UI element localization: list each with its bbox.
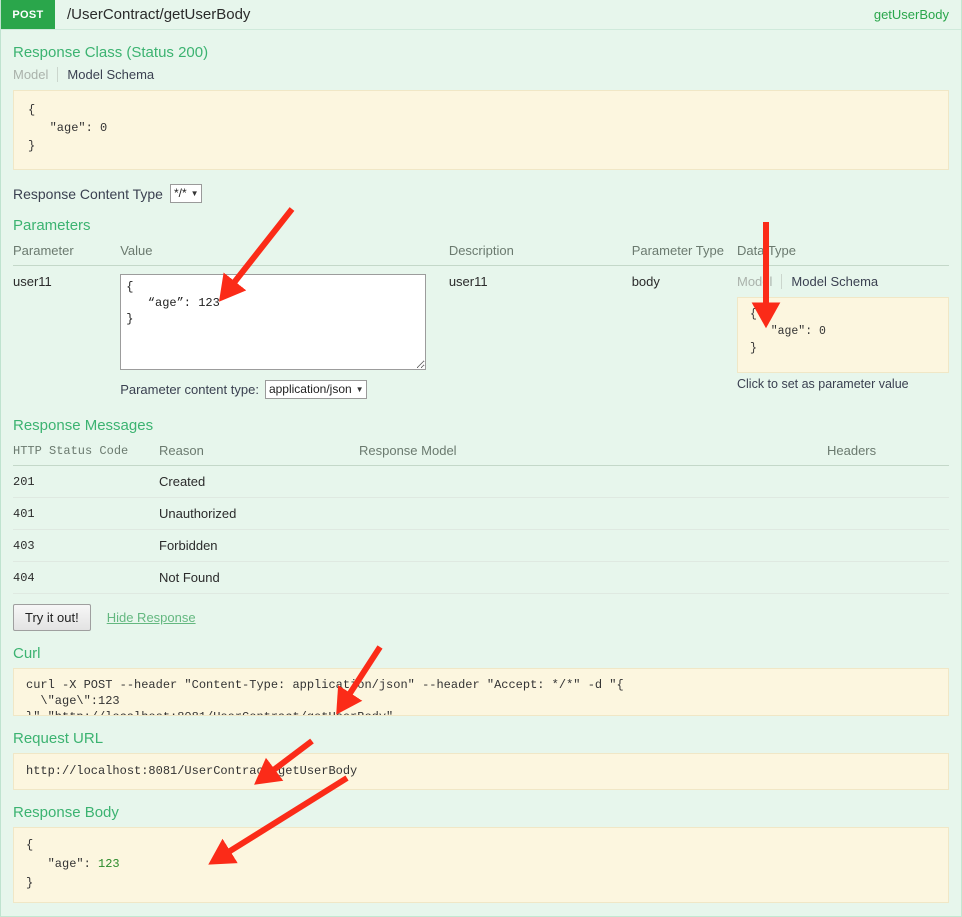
- operation-header[interactable]: POST /UserContract/getUserBody getUserBo…: [1, 0, 961, 30]
- col-header-data-type: Data Type: [737, 240, 949, 266]
- response-content-type-row: Response Content Type */* ▼: [13, 184, 949, 203]
- chevron-down-icon: ▼: [190, 189, 199, 198]
- response-body-number: 123: [98, 857, 120, 871]
- parameter-data-type-cell: Model Model Schema { "age": 0 } Click to…: [737, 266, 949, 404]
- parameter-content-type-select[interactable]: application/json ▼: [264, 380, 367, 399]
- headers: [827, 465, 949, 498]
- try-it-out-button[interactable]: Try it out!: [13, 604, 91, 631]
- operation-nickname: getUserBody: [873, 7, 949, 22]
- submit-row: Try it out! Hide Response: [13, 604, 949, 631]
- response-body-suffix: }: [26, 876, 34, 890]
- parameter-content-type-label: Parameter content type:: [120, 382, 259, 397]
- headers: [827, 529, 949, 562]
- status-code: 201: [13, 465, 159, 498]
- response-body-content[interactable]: { "age": 123 }: [13, 827, 949, 903]
- col-header-status-code: HTTP Status Code: [13, 440, 159, 466]
- reason: Created: [159, 465, 359, 498]
- parameter-value-cell: Parameter content type: application/json…: [120, 266, 449, 404]
- col-header-reason: Reason: [159, 440, 359, 466]
- col-header-description: Description: [448, 240, 632, 266]
- col-header-parameter-type: Parameter Type: [631, 240, 737, 266]
- parameters-table: Parameter Value Description Parameter Ty…: [13, 240, 949, 403]
- response-messages-header-row: HTTP Status Code Reason Response Model H…: [13, 440, 949, 466]
- tab-separator: [57, 67, 59, 82]
- tab-model[interactable]: Model: [13, 67, 57, 82]
- response-class-tabs[interactable]: Model Model Schema: [13, 67, 949, 82]
- response-model: [359, 497, 827, 530]
- parameter-value-input[interactable]: [120, 274, 427, 370]
- status-code: 403: [13, 529, 159, 562]
- data-type-schema[interactable]: { "age": 0 }: [737, 297, 949, 373]
- parameter-type: body: [631, 274, 660, 289]
- response-content-type-label: Response Content Type: [13, 185, 163, 202]
- reason: Not Found: [159, 561, 359, 594]
- parameter-name: user11: [13, 274, 52, 289]
- curl-title: Curl: [13, 645, 41, 662]
- data-type-tab-model-schema[interactable]: Model Schema: [791, 274, 887, 289]
- hide-response-link[interactable]: Hide Response: [107, 610, 196, 625]
- col-header-parameter: Parameter: [13, 240, 121, 266]
- response-model: [359, 465, 827, 498]
- response-body-title: Response Body: [13, 804, 119, 821]
- response-body-prefix: { "age":: [26, 838, 91, 871]
- data-type-schema-hint: Click to set as parameter value: [737, 377, 909, 391]
- col-header-response-model: Response Model: [359, 440, 827, 466]
- table-row: 401 Unauthorized: [13, 497, 949, 530]
- chevron-down-icon: ▼: [355, 385, 364, 394]
- parameter-content-type-row: Parameter content type: application/json…: [120, 380, 449, 399]
- col-header-value: Value: [120, 240, 449, 266]
- operation-body: Response Class (Status 200) Model Model …: [1, 44, 961, 903]
- reason: Unauthorized: [159, 497, 359, 530]
- table-row: 404 Not Found: [13, 561, 949, 594]
- col-header-headers: Headers: [827, 440, 949, 466]
- request-url-title: Request URL: [13, 730, 104, 747]
- response-messages-table: HTTP Status Code Reason Response Model H…: [13, 440, 949, 594]
- data-type-tab-model[interactable]: Model: [737, 274, 781, 289]
- response-model: [359, 561, 827, 594]
- api-operation-panel: POST /UserContract/getUserBody getUserBo…: [0, 0, 962, 917]
- curl-command[interactable]: curl -X POST --header "Content-Type: app…: [13, 668, 949, 716]
- request-url-value[interactable]: http://localhost:8081/UserContract/getUs…: [13, 753, 949, 790]
- http-method-badge: POST: [1, 0, 55, 29]
- response-content-type-select[interactable]: */* ▼: [169, 184, 202, 203]
- response-messages-title: Response Messages: [13, 417, 154, 434]
- parameter-description: user11: [448, 274, 488, 289]
- response-content-type-value: */*: [173, 186, 187, 200]
- parameters-header-row: Parameter Value Description Parameter Ty…: [13, 240, 949, 266]
- data-type-schema-wrapper: { "age": 0 } Click to set as parameter v…: [737, 297, 949, 391]
- parameters-title: Parameters: [13, 217, 91, 234]
- status-code: 404: [13, 561, 159, 594]
- status-code: 401: [13, 497, 159, 530]
- tab-model-schema[interactable]: Model Schema: [67, 67, 163, 82]
- response-class-schema[interactable]: { "age": 0 }: [13, 90, 949, 170]
- table-row: 403 Forbidden: [13, 529, 949, 562]
- data-type-tab-separator: [781, 274, 783, 289]
- parameter-content-type-value: application/json: [268, 382, 352, 396]
- response-class-title: Response Class (Status 200): [13, 44, 209, 61]
- table-row: user11 Parameter content type: applicati…: [13, 266, 949, 404]
- reason: Forbidden: [159, 529, 359, 562]
- headers: [827, 497, 949, 530]
- table-row: 201 Created: [13, 465, 949, 498]
- data-type-tabs[interactable]: Model Model Schema: [737, 274, 949, 289]
- headers: [827, 561, 949, 594]
- response-model: [359, 529, 827, 562]
- operation-path: /UserContract/getUserBody: [67, 6, 251, 23]
